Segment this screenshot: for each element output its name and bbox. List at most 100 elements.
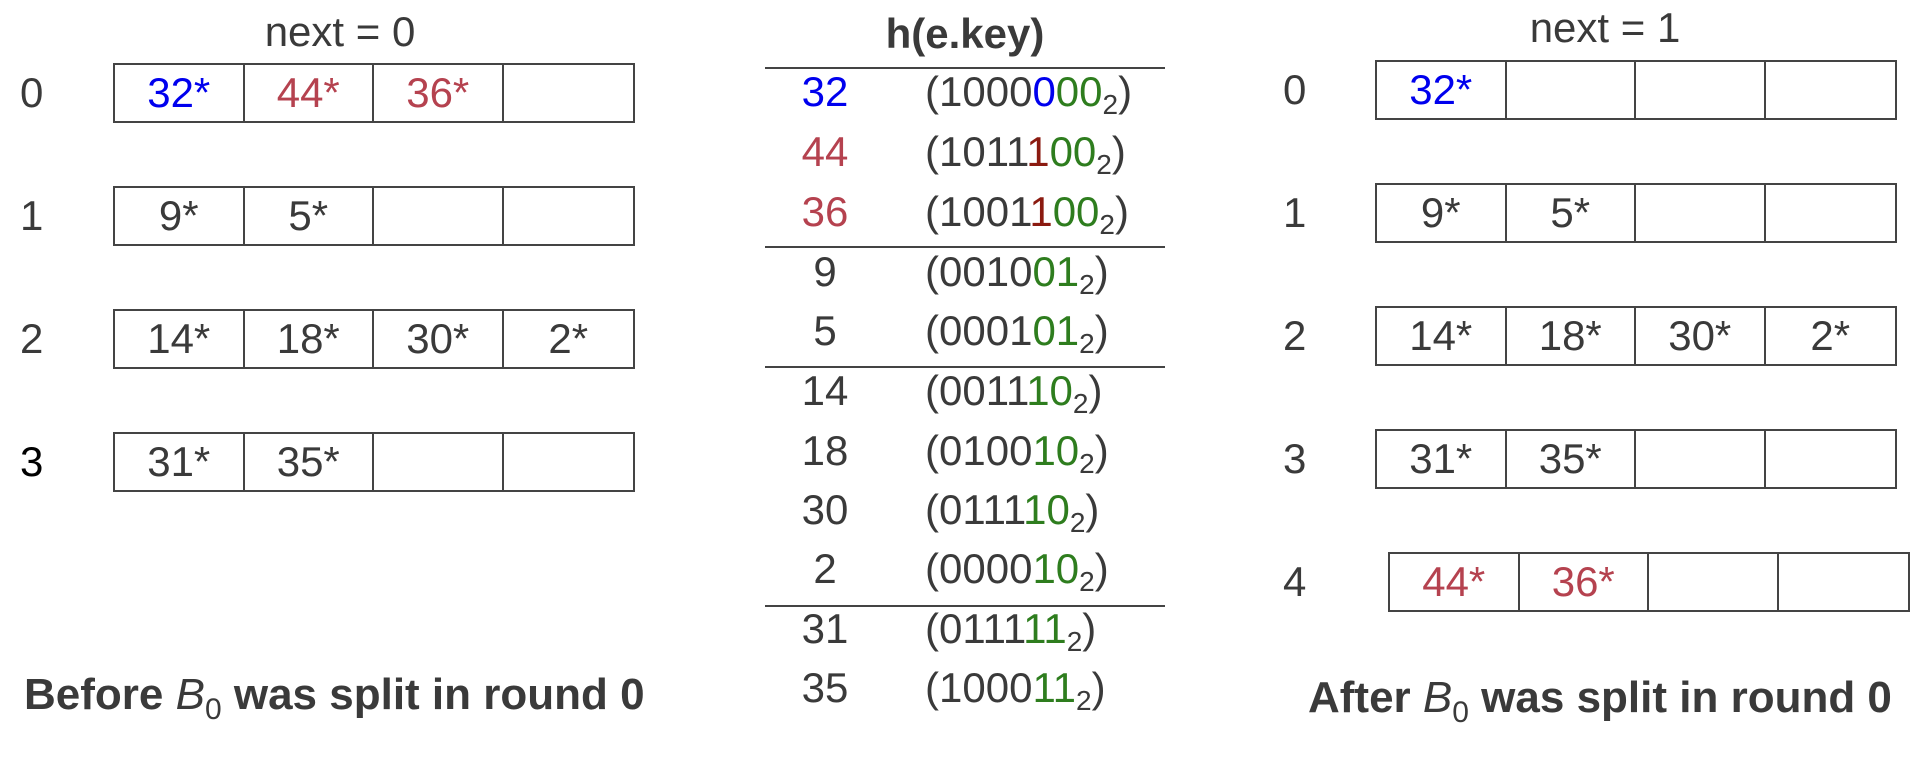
hash-key: 18 [801,427,849,474]
binary-open: ( [925,68,939,115]
bucket-cell [504,188,634,244]
binary-base: 2 [1072,388,1089,419]
hash-binary: (0011102) [925,367,1103,420]
bucket-cell [504,434,634,490]
binary-plain: 1001 [939,188,1030,235]
binary-base: 2 [1102,89,1119,120]
bucket-cell: 31* [115,434,245,490]
left-caption: Before B0 was split in round 0 [24,670,645,727]
binary-base: 2 [1079,269,1095,300]
left-bucket-1: 9* 5* [113,186,635,246]
binary-plain: 0111 [939,605,1024,652]
bucket-cell: 5* [245,188,374,244]
right-next-label: next = 1 [1529,4,1681,51]
bucket-cell: 9* [115,188,245,244]
right-bucket-2: 14* 18* 30* 2* [1375,306,1897,366]
bucket-cell: 9* [1377,185,1507,241]
right-row-index: 0 [1283,66,1307,113]
bucket-cell: 2* [1810,312,1851,359]
binary-open: ( [925,427,939,474]
bucket-cell: 35* [245,434,374,490]
bucket-cell: 14* [115,311,245,367]
bucket-cell: 30* [1636,308,1766,364]
hash-row: 44 (10111002) [765,128,1165,186]
binary-open: ( [925,605,939,652]
hash-key: 5 [813,307,837,354]
hash-binary: (0001012) [925,307,1109,360]
hash-row: 35 (1000112) [765,664,1165,722]
bucket-cell: 44* [1390,554,1520,610]
binary-base: 2 [1079,448,1095,479]
bucket-cell: 31* [1377,431,1507,487]
right-row-index: 2 [1283,312,1307,359]
bucket-cell [1766,431,1896,487]
binary-hi: 0 [1032,68,1056,115]
binary-plain: 1011 [939,128,1027,175]
left-next-label: next = 0 [264,8,416,55]
hash-key: 14 [801,367,849,414]
left-caption-sub: 0 [204,693,222,726]
bucket-cell [1766,185,1896,241]
binary-tail: 00 [1049,128,1097,175]
hash-binary: (0100102) [925,427,1109,480]
bucket-cell: 32* [1377,62,1507,118]
binary-close: ) [1118,68,1133,115]
binary-tail: 10 [1023,486,1070,533]
binary-open: ( [925,545,939,592]
right-caption: After B0 was split in round 0 [1308,673,1892,730]
binary-plain: 0000 [939,545,1033,592]
hash-key: 9 [813,248,837,295]
bucket-cell [1636,62,1766,118]
hash-title: h(e.key) [885,10,1045,57]
hash-key: 35 [801,664,849,711]
binary-plain: 0001 [939,307,1033,354]
hash-binary: (0111102) [925,486,1099,539]
bucket-cell: 36* [374,65,504,121]
bucket-cell [374,434,504,490]
binary-open: ( [925,128,939,175]
bucket-cell [1779,554,1909,610]
binary-base: 2 [1069,507,1086,538]
bucket-cell: 18* [245,311,374,367]
hash-key: 30 [801,486,849,533]
bucket-cell: 2* [548,315,589,362]
binary-tail: 11 [1032,664,1077,711]
binary-tail: 01 [1032,307,1080,354]
binary-base: 2 [1076,685,1092,716]
left-row-index: 2 [20,315,44,362]
hash-key: 2 [813,545,837,592]
bucket-cell: 5* [1507,185,1636,241]
hash-binary: (0010012) [925,248,1109,301]
binary-tail: 10 [1032,427,1080,474]
right-caption-sub: 0 [1452,696,1469,729]
right-row-index: 4 [1283,558,1307,605]
left-caption-post: was split in round 0 [221,670,645,719]
right-bucket-0: 32* [1375,60,1897,120]
bucket-cell: 36* [1520,554,1649,610]
binary-plain: 1000 [939,68,1033,115]
right-caption-b: B [1422,673,1453,722]
binary-close: ) [1094,427,1109,474]
hash-binary: (1000112) [925,664,1106,717]
right-bucket-3: 31* 35* [1375,429,1897,489]
hash-key: 32 [801,68,849,115]
right-caption-pre: After [1308,673,1423,722]
binary-plain: 0100 [939,427,1033,474]
binary-tail: 10 [1032,545,1080,592]
binary-tail: 01 [1032,248,1080,295]
binary-open: ( [925,486,939,533]
hash-row: 32 (10000002) [765,68,1165,126]
bucket-cell: 18* [1507,308,1636,364]
hash-row: 2 (0000102) [765,545,1165,603]
bucket-cell: 14* [1377,308,1507,364]
binary-hi: 1 [1026,128,1050,175]
binary-base: 2 [1079,328,1095,359]
hash-row: 18 (0100102) [765,427,1165,485]
binary-open: ( [925,664,939,711]
right-bucket-4: 44* 36* [1388,552,1910,612]
bucket-cell: 44* [245,65,374,121]
binary-close: ) [1094,307,1109,354]
bucket-cell: 35* [1507,431,1636,487]
hash-binary: (0111112) [925,605,1096,658]
hash-row: 14 (0011102) [765,367,1165,425]
